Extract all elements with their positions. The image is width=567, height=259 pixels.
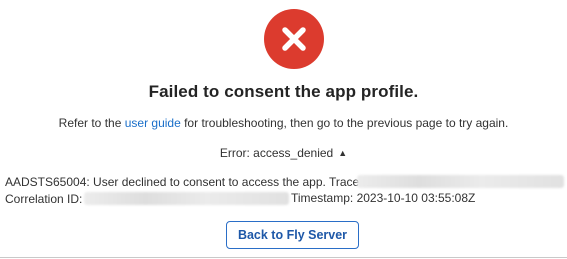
error-code: Error: access_denied (219, 146, 334, 160)
error-icon (264, 9, 324, 69)
user-guide-link[interactable]: user guide (125, 116, 181, 130)
error-details-toggle[interactable]: Error: access_denied ▲ (0, 146, 567, 160)
chevron-up-icon: ▲ (338, 148, 348, 158)
correlation-id-redacted (84, 192, 289, 205)
page-title: Failed to consent the app profile. (148, 82, 419, 101)
close-icon (282, 27, 306, 51)
trace-id-redacted (357, 175, 564, 188)
divider (0, 257, 567, 258)
back-button[interactable]: Back to Fly Server (226, 221, 359, 249)
timestamp: Timestamp: 2023-10-10 03:55:08Z (291, 191, 476, 205)
help-prefix: Refer to the (58, 116, 125, 130)
help-suffix: for troubleshooting, then go to the prev… (180, 116, 509, 130)
error-message: AADSTS65004: User declined to consent to… (5, 175, 378, 189)
help-text: Refer to the user guide for troubleshoot… (0, 116, 567, 130)
